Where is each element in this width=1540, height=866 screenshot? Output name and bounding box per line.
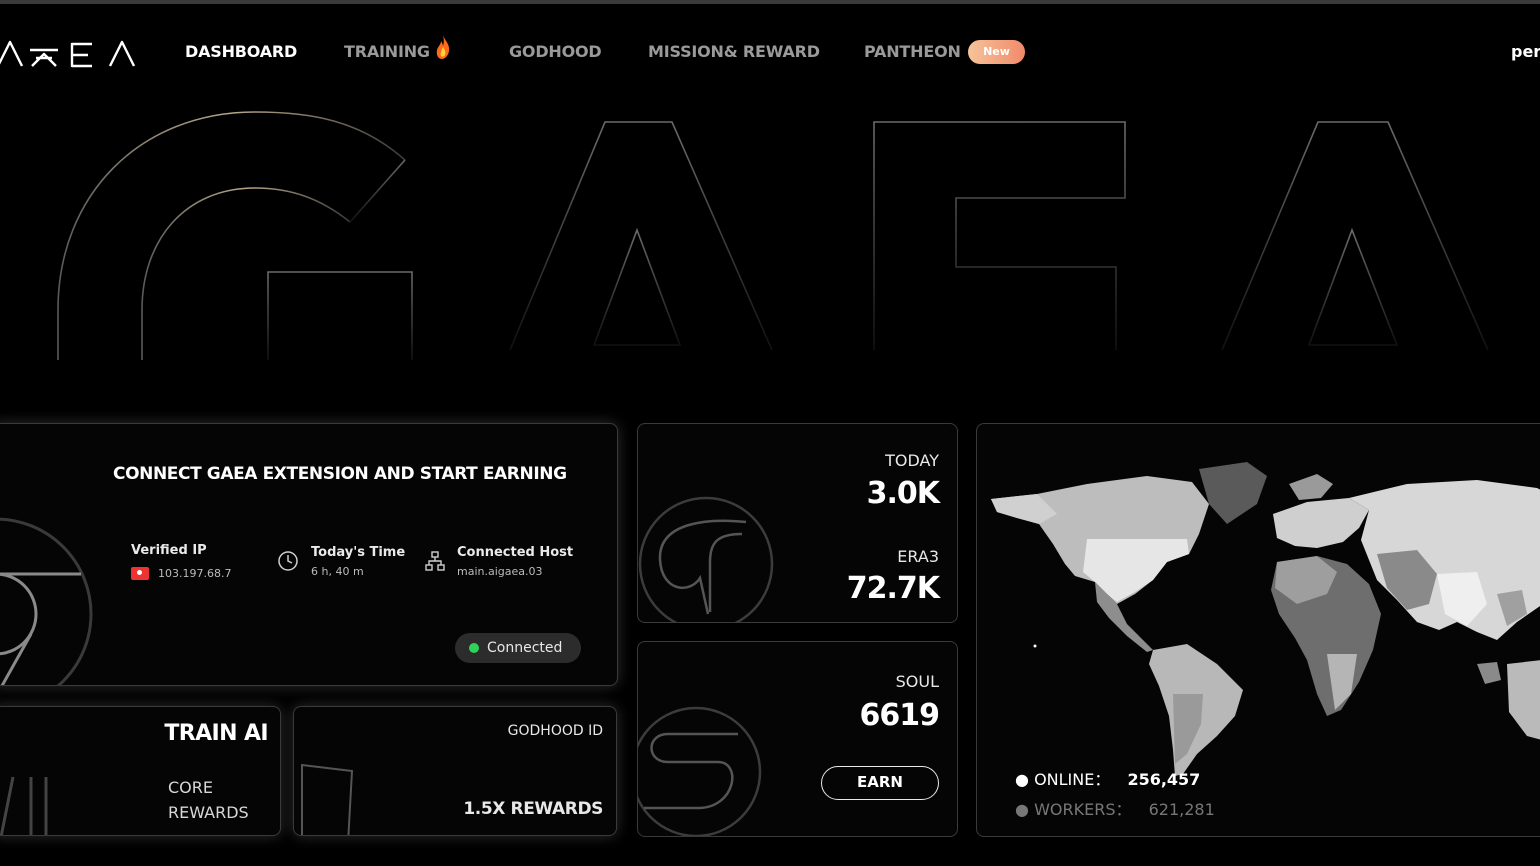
nav-godhood[interactable]: GODHOOD: [509, 42, 602, 61]
train-ai-title: TRAIN AI: [164, 721, 268, 746]
workers-legend: ● WORKERS： 621,281: [1015, 796, 1215, 820]
online-value: 256,457: [1127, 770, 1201, 789]
connection-status-label: Connected: [487, 640, 563, 656]
connect-title: CONNECT GAEA EXTENSION AND START EARNING: [113, 464, 567, 484]
today-value: 3.0K: [866, 476, 940, 511]
online-dot: ●: [1015, 770, 1029, 789]
godhood-id-title: GODHOOD ID: [507, 723, 603, 739]
nav-pantheon[interactable]: PANTHEON: [864, 42, 961, 61]
clock-icon: [278, 551, 298, 571]
flag-icon: [131, 567, 149, 580]
verified-ip-value: 103.197.68.7: [158, 567, 232, 580]
connect-extension-card: CONNECT GAEA EXTENSION AND START EARNING…: [0, 423, 618, 686]
fire-icon: [436, 35, 450, 59]
verified-ip-label: Verified IP: [131, 543, 207, 558]
connection-status[interactable]: Connected: [455, 633, 581, 663]
gaea-logo[interactable]: [0, 38, 142, 68]
network-map-card: ● ONLINE： 256,457 ● WORKERS： 621,281: [976, 423, 1540, 837]
soul-card: SOUL 6619 EARN: [637, 641, 958, 837]
network-icon: [425, 551, 445, 571]
connected-host-label: Connected Host: [457, 545, 574, 560]
chrome-icon-deco: [0, 517, 93, 685]
nav-training[interactable]: TRAINING: [344, 42, 430, 61]
workers-label: WORKERS：: [1034, 800, 1132, 819]
era3-value: 72.7K: [846, 571, 940, 606]
soul-value: 6619: [859, 698, 940, 733]
soul-label: SOUL: [895, 672, 939, 691]
connected-host-value: main.aigaea.03: [457, 565, 543, 578]
train-ai-line1: CORE: [168, 778, 213, 797]
todays-time-label: Today's Time: [311, 545, 406, 560]
gaea-g-deco: [638, 496, 774, 622]
workers-dot: ●: [1015, 800, 1029, 819]
godhood-id-card[interactable]: GODHOOD ID 1.5X REWARDS: [293, 706, 617, 836]
new-badge: New: [968, 40, 1025, 64]
soul-s-deco: [638, 706, 762, 836]
ai-letters-deco: [0, 776, 48, 835]
top-border: [0, 0, 1540, 4]
earn-button[interactable]: EARN: [821, 766, 939, 800]
world-map: [991, 462, 1540, 776]
godhood-card-deco: [301, 763, 354, 835]
train-ai-card[interactable]: TRAIN AI CORE REWARDS: [0, 706, 281, 836]
status-dot: [469, 643, 479, 653]
nav-mission-reward[interactable]: MISSION& REWARD: [648, 42, 820, 61]
online-label: ONLINE：: [1034, 770, 1111, 789]
godhood-rewards: 1.5X REWARDS: [463, 799, 603, 819]
gaea-watermark: [57, 111, 1489, 360]
train-ai-rewards: CORE REWARDS: [168, 775, 268, 825]
nav-dashboard[interactable]: DASHBOARD: [185, 42, 297, 61]
today-label: TODAY: [885, 451, 939, 470]
era3-label: ERA3: [897, 547, 939, 566]
train-ai-line2: REWARDS: [168, 803, 249, 822]
points-stats-card: TODAY 3.0K ERA3 72.7K: [637, 423, 958, 623]
online-legend: ● ONLINE： 256,457: [1015, 766, 1200, 790]
workers-value: 621,281: [1148, 800, 1215, 819]
user-menu[interactable]: per: [1511, 42, 1540, 61]
todays-time-value: 6 h, 40 m: [311, 565, 364, 578]
